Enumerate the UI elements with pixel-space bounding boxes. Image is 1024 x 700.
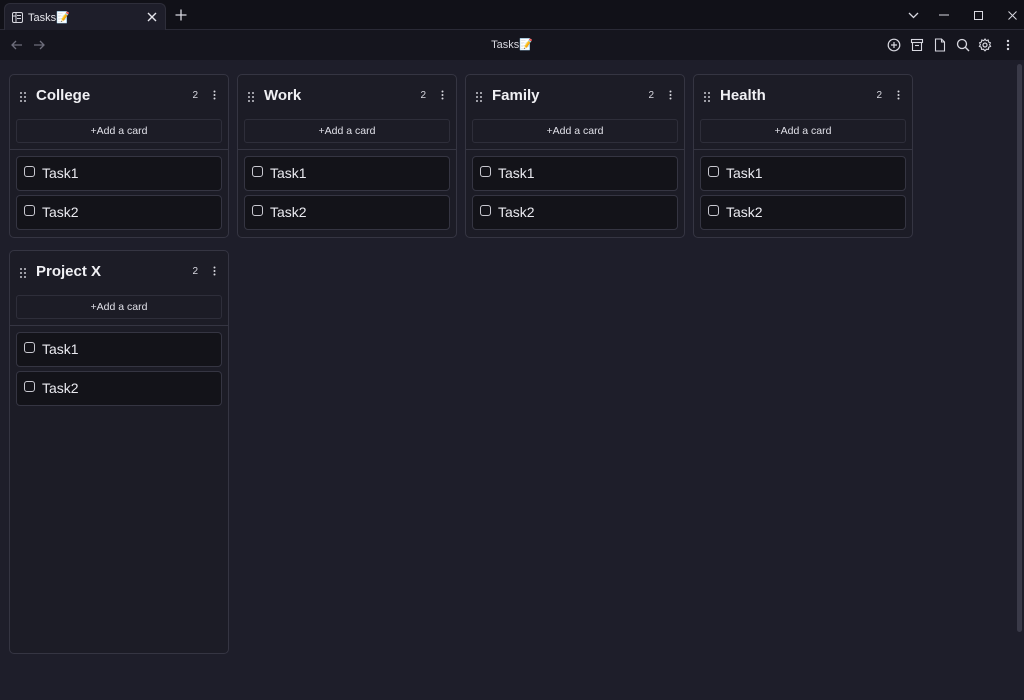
lane-count-badge: 2 xyxy=(876,90,882,101)
lane-header: Health 2 xyxy=(694,75,912,117)
minimize-icon[interactable] xyxy=(935,6,953,24)
lane-count-badge: 2 xyxy=(192,266,198,277)
document-icon[interactable] xyxy=(932,37,948,53)
lane-title: College xyxy=(36,87,91,104)
card-list: Task1 Task2 xyxy=(16,156,222,234)
lane-1: Work 2 +Add a card Task1 Task2 xyxy=(237,74,457,238)
kanban-icon xyxy=(11,11,23,23)
card[interactable]: Task1 xyxy=(244,156,450,191)
card[interactable]: Task2 xyxy=(16,195,222,230)
card[interactable]: Task2 xyxy=(244,195,450,230)
add-card-button[interactable]: +Add a card xyxy=(16,119,222,143)
lane-count-badge: 2 xyxy=(192,90,198,101)
card-checkbox[interactable] xyxy=(708,166,719,177)
card-title: Task2 xyxy=(42,204,79,220)
add-circle-icon[interactable] xyxy=(886,37,902,53)
lane-header: Work 2 xyxy=(238,75,456,117)
card[interactable]: Task1 xyxy=(472,156,678,191)
lane-divider xyxy=(466,149,684,150)
card-list: Task1 Task2 xyxy=(244,156,450,234)
close-icon[interactable] xyxy=(145,10,159,24)
card-title: Task1 xyxy=(42,341,79,357)
lane-title: Family xyxy=(492,87,540,104)
card-checkbox[interactable] xyxy=(480,205,491,216)
kanban-board: College 2 +Add a card Task1 Task2 Work 2… xyxy=(0,60,1024,700)
archive-icon[interactable] xyxy=(909,37,925,53)
card-checkbox[interactable] xyxy=(24,342,35,353)
add-card-button[interactable]: +Add a card xyxy=(244,119,450,143)
drag-handle-icon[interactable] xyxy=(704,89,714,102)
lane-count-badge: 2 xyxy=(648,90,654,101)
drag-handle-icon[interactable] xyxy=(476,89,486,102)
card-list: Task1 Task2 xyxy=(16,332,222,410)
more-vertical-icon[interactable] xyxy=(210,265,218,277)
more-vertical-icon[interactable] xyxy=(666,89,674,101)
card-title: Task2 xyxy=(498,204,535,220)
lane-divider xyxy=(10,149,228,150)
card-checkbox[interactable] xyxy=(252,205,263,216)
more-vertical-icon[interactable] xyxy=(1000,37,1016,53)
lane-divider xyxy=(238,149,456,150)
card[interactable]: Task2 xyxy=(472,195,678,230)
drag-handle-icon[interactable] xyxy=(20,89,30,102)
card-checkbox[interactable] xyxy=(24,381,35,392)
lane-2: Family 2 +Add a card Task1 Task2 xyxy=(465,74,685,238)
card-list: Task1 Task2 xyxy=(700,156,906,234)
card-checkbox[interactable] xyxy=(252,166,263,177)
view-header: Tasks📝 xyxy=(0,30,1024,60)
lane-0: College 2 +Add a card Task1 Task2 xyxy=(9,74,229,238)
card-checkbox[interactable] xyxy=(480,166,491,177)
scrollbar[interactable] xyxy=(1017,64,1022,632)
lane-3: Health 2 +Add a card Task1 Task2 xyxy=(693,74,913,238)
add-card-button[interactable]: +Add a card xyxy=(16,295,222,319)
card-checkbox[interactable] xyxy=(708,205,719,216)
card-title: Task2 xyxy=(270,204,307,220)
lane-count-badge: 2 xyxy=(420,90,426,101)
card-list: Task1 Task2 xyxy=(472,156,678,234)
card[interactable]: Task1 xyxy=(700,156,906,191)
add-card-button[interactable]: +Add a card xyxy=(472,119,678,143)
card-title: Task1 xyxy=(498,165,535,181)
plus-icon[interactable] xyxy=(172,6,190,24)
card-title: Task2 xyxy=(42,380,79,396)
card-checkbox[interactable] xyxy=(24,166,35,177)
close-icon[interactable] xyxy=(1003,6,1021,24)
drag-handle-icon[interactable] xyxy=(20,265,30,278)
card[interactable]: Task2 xyxy=(700,195,906,230)
card-title: Task2 xyxy=(726,204,763,220)
lane-title: Work xyxy=(264,87,302,104)
card[interactable]: Task1 xyxy=(16,332,222,367)
add-card-button[interactable]: +Add a card xyxy=(700,119,906,143)
card-title: Task1 xyxy=(270,165,307,181)
lane-title: Health xyxy=(720,87,766,104)
lane-title: Project X xyxy=(36,263,102,280)
card[interactable]: Task2 xyxy=(16,371,222,406)
tab-title: Tasks📝 xyxy=(28,11,70,24)
gear-icon[interactable] xyxy=(977,37,993,53)
lane-divider xyxy=(10,325,228,326)
view-title: Tasks📝 xyxy=(491,39,533,51)
tab-tasks[interactable]: Tasks📝 xyxy=(4,3,166,30)
lane-header: Family 2 xyxy=(466,75,684,117)
maximize-icon[interactable] xyxy=(969,6,987,24)
chevron-down-icon[interactable] xyxy=(904,6,922,24)
more-vertical-icon[interactable] xyxy=(894,89,902,101)
card-title: Task1 xyxy=(726,165,763,181)
drag-handle-icon[interactable] xyxy=(248,89,258,102)
card[interactable]: Task1 xyxy=(16,156,222,191)
lane-4: Project X 2 +Add a card Task1 Task2 xyxy=(9,250,229,654)
more-vertical-icon[interactable] xyxy=(438,89,446,101)
card-checkbox[interactable] xyxy=(24,205,35,216)
lane-header: Project X 2 xyxy=(10,251,228,293)
more-vertical-icon[interactable] xyxy=(210,89,218,101)
tab-bar: Tasks📝 xyxy=(0,0,1024,30)
card-title: Task1 xyxy=(42,165,79,181)
lane-header: College 2 xyxy=(10,75,228,117)
lane-divider xyxy=(694,149,912,150)
search-icon[interactable] xyxy=(955,37,971,53)
